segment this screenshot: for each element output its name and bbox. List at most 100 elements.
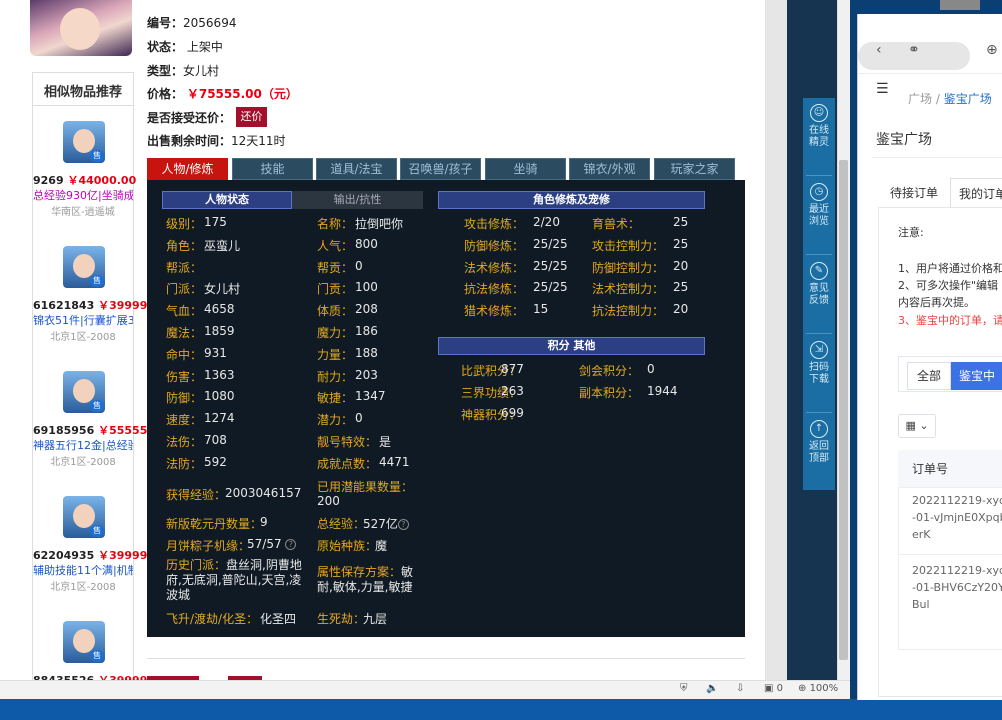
right-toolbar: ‹ ⚭ ⊕ <box>858 14 1002 74</box>
side-tool-icon: ✎ <box>810 262 828 280</box>
tab-pets[interactable]: 召唤兽/孩子 <box>400 158 481 180</box>
side-tool-2[interactable]: ✎ 意见 反馈 <box>803 262 835 307</box>
recommend-item[interactable]: 售 9269 ￥44000.00总经验930亿|坐骑成长华南区-逍遥城 <box>33 121 136 245</box>
help-icon[interactable]: ? <box>397 519 409 530</box>
zongzi-label: 月饼粽子机缘： <box>166 539 251 553</box>
side-divider <box>806 175 832 176</box>
side-tool-0[interactable]: ☺ 在线 精灵 <box>803 104 835 149</box>
stat-value: 20 <box>673 258 689 273</box>
stat-value: 25/25 <box>533 280 568 295</box>
item-thumbnail[interactable]: 售 <box>63 621 105 663</box>
stat-value: 15 <box>533 302 549 317</box>
side-tool-label: 最近 浏览 <box>809 204 829 227</box>
stat-label: 门派： <box>166 282 203 297</box>
sale-badge: 售 <box>90 150 104 162</box>
tab-items[interactable]: 道具/法宝 <box>316 158 397 180</box>
zoom-level[interactable]: ⊕ 100% <box>798 683 838 694</box>
sale-badge: 售 <box>90 650 104 662</box>
stat-label: 命中： <box>166 347 203 362</box>
side-tool-icon: ◷ <box>810 183 828 201</box>
stat-value: 699 <box>501 405 524 420</box>
stat-label: 耐力： <box>317 369 354 384</box>
stat-value: 1363 <box>204 367 235 382</box>
item-id-price: 69185956 ￥55555.00 <box>33 424 167 437</box>
stat-label: 法术修炼： <box>464 260 525 275</box>
recommend-item[interactable]: 售 61621843 ￥39999.00锦衣51件|行囊扩展3格北京1区-2008 <box>33 246 167 370</box>
stat-value: 1944 <box>647 383 678 398</box>
stat-label: 防御修炼： <box>464 238 525 253</box>
sound-icon[interactable]: 🔈 <box>706 683 718 694</box>
sale-badge: 售 <box>90 275 104 287</box>
stat-label: 靓号特效： <box>317 435 378 449</box>
column-settings-button[interactable]: ▦ ⌄ <box>898 414 936 438</box>
side-tool-3[interactable]: ⇲ 扫码 下载 <box>803 341 835 386</box>
notice-line-1: 1、用户将通过价格和 <box>898 262 1002 275</box>
resist-title[interactable]: 输出/抗性 <box>292 191 423 209</box>
item-thumbnail[interactable]: 售 <box>63 246 105 288</box>
stat-value: 0 <box>355 411 363 426</box>
stat-value: 877 <box>501 362 524 376</box>
user-icon[interactable] <box>940 0 980 10</box>
filter-appraising-button[interactable]: 鉴宝中 <box>951 362 1002 390</box>
item-desc[interactable]: 神器五行12金|总经验 <box>33 437 133 453</box>
breadcrumb-current[interactable]: 鉴宝广场 <box>944 92 992 106</box>
download-icon[interactable]: ⇩ <box>736 683 744 694</box>
filter-all-button[interactable]: 全部 <box>907 362 951 390</box>
stat-label: 力量： <box>317 347 354 362</box>
item-thumbnail[interactable]: 售 <box>63 371 105 413</box>
breadcrumb-square[interactable]: 广场 <box>908 92 932 106</box>
item-desc[interactable]: 锦衣51件|行囊扩展3格 <box>33 312 133 328</box>
race-value: 魔 <box>375 539 388 553</box>
stat-value: 0 <box>355 258 363 273</box>
tab-outfits[interactable]: 锦衣/外观 <box>569 158 650 180</box>
tab-skills[interactable]: 技能 <box>232 158 313 180</box>
stat-value: 25 <box>673 236 689 251</box>
item-thumbnail[interactable]: 售 <box>63 121 105 163</box>
recommend-title: 相似物品推荐 <box>43 85 122 100</box>
recommend-item[interactable]: 售 62204935 ￥39999.00 辅助技能11个满|机制 北京1区-2008 <box>33 496 167 620</box>
breadcrumb-separator: / <box>935 92 940 106</box>
globe-icon[interactable]: ⊕ <box>986 42 998 58</box>
tab-my-orders[interactable]: 我的订单 <box>950 178 1002 208</box>
tab-pending-orders[interactable]: 待接订单 <box>890 178 938 208</box>
stat-value: 263 <box>501 383 524 398</box>
notice-line-2: 2、可多次操作"编辑 <box>898 279 999 292</box>
stat-value: 25/25 <box>533 258 568 273</box>
side-tool-1[interactable]: ◷ 最近 浏览 <box>803 183 835 228</box>
side-tool-label: 在线 精灵 <box>809 125 829 148</box>
recommend-item[interactable]: 售 88435526 ￥39999.00 <box>33 621 167 680</box>
stat-label: 攻击修炼： <box>464 217 525 231</box>
table-row[interactable]: 2022112219-xyq-01-BHV6CzY20YBul <box>912 562 1002 614</box>
back-icon[interactable]: ‹ <box>876 42 882 58</box>
side-tool-label: 意见 反馈 <box>809 283 829 306</box>
link-icon[interactable]: ⚭ <box>908 42 920 58</box>
qianyuan-label: 新版乾元丹数量： <box>166 517 263 531</box>
help-icon[interactable]: ? <box>285 539 297 550</box>
item-desc[interactable]: 总经验930亿|坐骑成长 <box>33 187 133 203</box>
stat-value: 1859 <box>204 324 235 338</box>
item-server: 北京1区-2008 <box>50 457 116 468</box>
bargain-button[interactable]: 还价 <box>236 107 267 127</box>
info-time: 出售剩余时间：12天11时 <box>147 134 286 148</box>
tab-home[interactable]: 玩家之家 <box>654 158 735 180</box>
tab-character[interactable]: 人物/修炼 <box>147 158 228 180</box>
item-thumbnail[interactable]: 售 <box>63 496 105 538</box>
stat-value: 1080 <box>204 389 235 404</box>
stat-value: 208 <box>355 302 378 317</box>
ascend-label: 飞升/渡劫/化圣： <box>166 612 259 626</box>
recommend-item[interactable]: 售 69185956 ￥55555.00 神器五行12金|总经验北京1区-2008 <box>33 371 167 495</box>
item-desc[interactable]: 辅助技能11个满|机制 <box>33 562 133 578</box>
table-row[interactable]: 2022112219-xyq-01-vJmjnE0XpqberK <box>912 492 1002 544</box>
side-tool-4[interactable]: ↑ 返回 顶部 <box>803 420 835 465</box>
scrollbar-thumb[interactable] <box>839 160 848 660</box>
stat-label: 潜力： <box>317 413 354 428</box>
order-number-header: 订单号 <box>898 450 1002 488</box>
stat-label: 人气： <box>317 238 354 253</box>
stat-value: 188 <box>355 345 378 360</box>
shield-icon[interactable]: ⛨ <box>680 683 688 694</box>
tab-mounts[interactable]: 坐骑 <box>485 158 566 180</box>
item-server: 华南区-逍遥城 <box>51 207 115 218</box>
counter-badge[interactable]: ▣ 0 <box>764 683 783 694</box>
stat-value: 是 <box>379 435 392 449</box>
total-exp-label: 总经验： <box>317 517 366 531</box>
